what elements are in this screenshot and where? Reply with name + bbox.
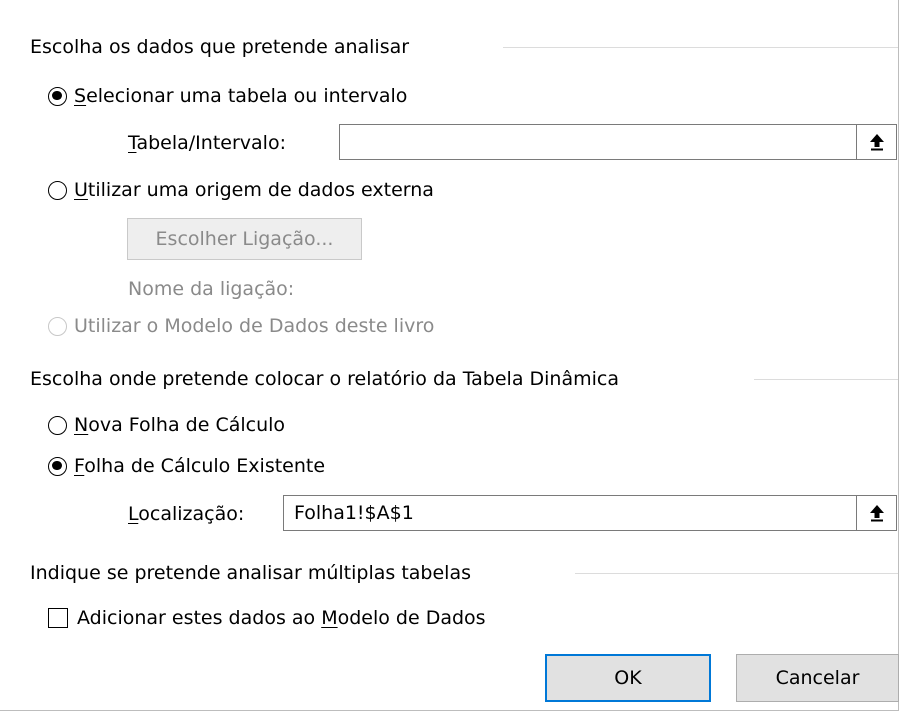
arrow-up-icon (869, 134, 884, 151)
section-divider (575, 573, 898, 574)
radio-new-sheet[interactable]: Nova Folha de Cálculo (48, 410, 285, 440)
radio-indicator[interactable] (48, 86, 67, 106)
radio-existing-sheet-label: Folha de Cálculo Existente (74, 455, 326, 477)
section-title-destination: Escolha onde pretende colocar o relatóri… (30, 368, 619, 390)
table-range-label: Tabela/Intervalo: (128, 132, 286, 154)
radio-existing-sheet[interactable]: Folha de Cálculo Existente (48, 451, 325, 481)
radio-indicator[interactable] (48, 180, 67, 200)
connection-name-label: Nome da ligação: (128, 278, 295, 300)
collapse-dialog-button[interactable] (856, 125, 896, 159)
radio-data-model-label: Utilizar o Modelo de Dados deste livro (74, 315, 435, 337)
radio-indicator[interactable] (48, 456, 67, 476)
radio-indicator[interactable] (48, 316, 67, 336)
checkbox-add-to-data-model[interactable]: Adicionar estes dados ao Modelo de Dados (48, 603, 486, 633)
radio-external-source-label: Utilizar uma origem de dados externa (74, 179, 434, 201)
checkbox-indicator[interactable] (48, 608, 68, 628)
radio-indicator[interactable] (48, 415, 67, 435)
location-label: Localização: (128, 503, 245, 525)
radio-new-sheet-label: Nova Folha de Cálculo (74, 414, 286, 436)
collapse-dialog-button[interactable] (856, 496, 896, 530)
radio-external-source[interactable]: Utilizar uma origem de dados externa (48, 175, 434, 205)
cancel-button[interactable]: Cancelar (736, 654, 899, 702)
ok-button[interactable]: OK (545, 654, 711, 702)
section-divider (503, 47, 898, 48)
checkbox-add-to-data-model-label: Adicionar estes dados ao Modelo de Dados (77, 607, 486, 629)
arrow-up-icon (869, 505, 884, 522)
radio-select-table-label: Selecionar uma tabela ou intervalo (74, 85, 408, 107)
choose-connection-button[interactable]: Escolher Ligação... (127, 218, 362, 260)
radio-select-table[interactable]: Selecionar uma tabela ou intervalo (48, 81, 407, 111)
dialog-body: Escolha os dados que pretende analisar S… (0, 0, 899, 711)
section-title-source: Escolha os dados que pretende analisar (30, 36, 410, 58)
location-input[interactable]: Folha1!$A$1 (283, 495, 897, 531)
section-title-multiple-tables: Indique se pretende analisar múltiplas t… (30, 562, 471, 584)
section-divider (754, 379, 898, 380)
location-value[interactable]: Folha1!$A$1 (284, 502, 856, 524)
radio-data-model[interactable]: Utilizar o Modelo de Dados deste livro (48, 311, 434, 341)
table-range-input[interactable] (339, 124, 897, 160)
